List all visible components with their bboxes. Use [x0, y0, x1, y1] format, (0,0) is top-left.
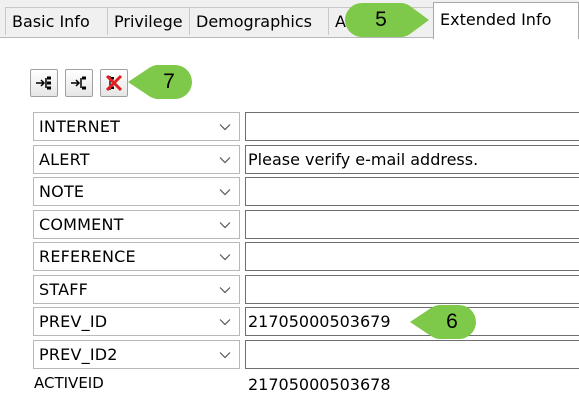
type-select-reference[interactable]: REFERENCE [33, 242, 240, 271]
field-row-prev-id2: PREV_ID2 [33, 338, 579, 371]
type-select-internet[interactable]: INTERNET [33, 112, 240, 141]
chevron-down-icon [219, 156, 231, 163]
chevron-down-icon [219, 254, 231, 261]
tab-privilege[interactable]: Privilege [107, 7, 190, 35]
field-row-note: NOTE [33, 175, 579, 208]
type-select-prev-id2[interactable]: PREV_ID2 [33, 339, 240, 369]
tab-basic-info[interactable]: Basic Info [5, 7, 108, 35]
type-select-label: PREV_ID [39, 312, 108, 331]
value-text: Please verify e-mail address. [248, 149, 479, 169]
active-id-row: ACTIVEID 21705000503678 [33, 370, 579, 400]
collapse-tree-icon [71, 76, 86, 90]
callout-6-number: 6 [446, 310, 458, 333]
tab-strip: Basic Info Privilege Demographics Addres… [0, 0, 579, 39]
callout-7: 7 [127, 64, 193, 100]
callout-5-number: 5 [375, 8, 387, 31]
field-row-prev-id: PREV_ID 21705000503679 [33, 305, 579, 338]
value-input-staff[interactable] [245, 274, 579, 304]
type-select-staff[interactable]: STAFF [33, 274, 240, 304]
type-select-prev-id[interactable]: PREV_ID [33, 307, 240, 336]
value-input-prev-id2[interactable] [245, 339, 579, 369]
chevron-down-icon [219, 124, 231, 131]
chevron-down-icon [219, 319, 231, 326]
type-select-label: REFERENCE [39, 247, 136, 266]
collapse-button[interactable] [65, 69, 93, 97]
chevron-down-icon [219, 351, 231, 358]
type-select-label: STAFF [39, 279, 89, 299]
chevron-down-icon [219, 189, 231, 196]
value-text: 21705000503679 [248, 312, 391, 331]
field-row-reference: REFERENCE [33, 240, 579, 273]
active-id-label: ACTIVEID [34, 374, 104, 392]
callout-5: 5 [344, 2, 430, 38]
field-row-comment: COMMENT [33, 208, 579, 241]
active-id-value: 21705000503678 [248, 375, 391, 394]
callout-7-number: 7 [163, 70, 175, 93]
type-select-alert[interactable]: ALERT [33, 144, 240, 174]
type-select-note[interactable]: NOTE [33, 177, 240, 206]
type-select-label: COMMENT [39, 214, 124, 234]
value-input-comment[interactable] [245, 209, 579, 239]
type-select-label: NOTE [39, 182, 85, 201]
field-row-alert: ALERT Please verify e-mail address. [33, 143, 579, 176]
value-input-reference[interactable] [245, 242, 579, 271]
delete-icon [105, 74, 123, 92]
value-input-alert[interactable]: Please verify e-mail address. [245, 144, 579, 174]
expand-button[interactable] [30, 69, 58, 97]
tab-demographics[interactable]: Demographics [189, 7, 329, 35]
delete-button[interactable] [100, 69, 128, 97]
type-select-label: ALERT [39, 149, 90, 169]
type-select-label: PREV_ID2 [39, 344, 118, 364]
callout-6: 6 [409, 304, 477, 340]
extended-info-grid: INTERNET ALERT Please verify e-mail addr… [33, 110, 579, 400]
field-row-internet: INTERNET [33, 110, 579, 143]
expand-tree-icon [36, 76, 51, 90]
value-input-note[interactable] [245, 177, 579, 206]
value-input-internet[interactable] [245, 112, 579, 141]
tab-extended-info[interactable]: Extended Info [433, 2, 579, 39]
chevron-down-icon [219, 221, 231, 228]
type-select-comment[interactable]: COMMENT [33, 209, 240, 239]
field-row-staff: STAFF [33, 273, 579, 306]
type-select-label: INTERNET [39, 117, 121, 136]
chevron-down-icon [219, 286, 231, 293]
